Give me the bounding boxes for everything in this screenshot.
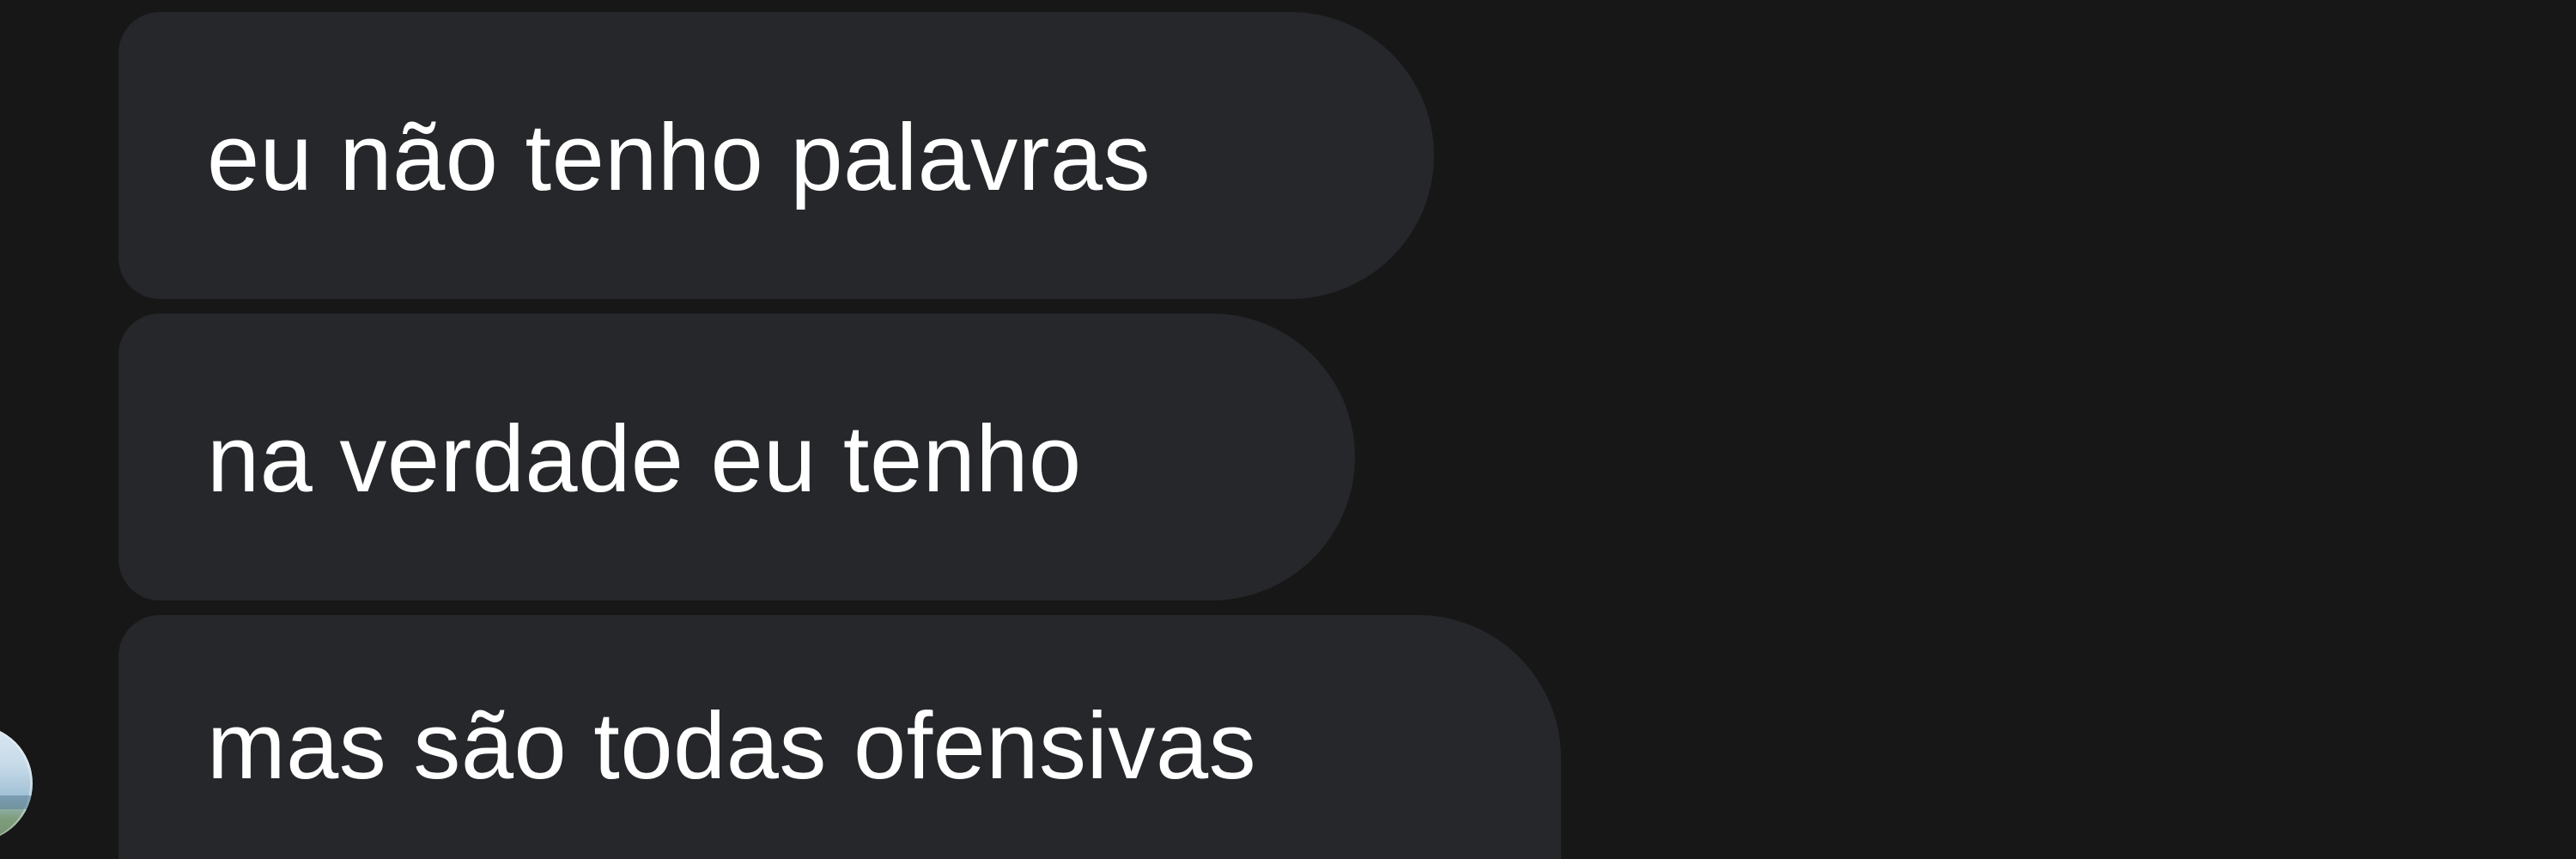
message-bubble[interactable]: eu não tenho palavras (118, 12, 1434, 299)
chat-thread: eu não tenho palavras na verdade eu tenh… (0, 0, 2576, 859)
message-text: na verdade eu tenho (207, 406, 1082, 512)
message-bubble[interactable]: na verdade eu tenho (118, 314, 1355, 600)
sender-avatar[interactable] (0, 725, 33, 842)
message-bubble[interactable]: mas são todas ofensivas (118, 615, 1561, 859)
message-text: eu não tenho palavras (207, 105, 1151, 210)
message-text: mas são todas ofensivas (207, 693, 1257, 799)
